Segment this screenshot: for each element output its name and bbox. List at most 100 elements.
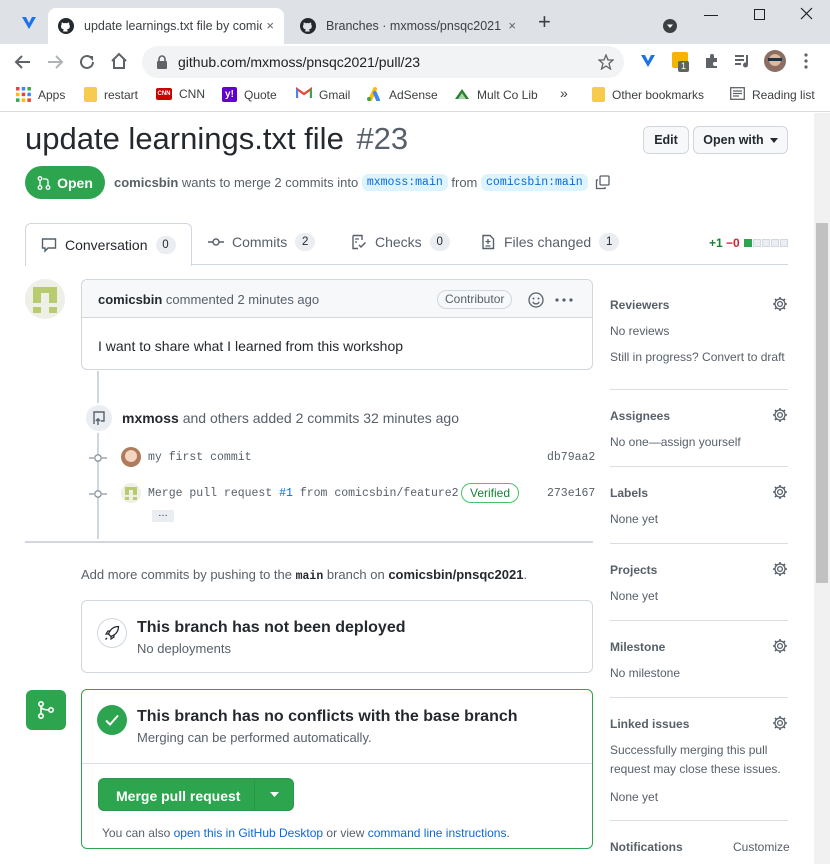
commit-message[interactable]: Merge pull request #1 from comicsbin/fea… — [148, 487, 459, 500]
open-with-label: Open with — [703, 133, 764, 147]
tab-files-changed[interactable]: Files changed 1 — [480, 233, 620, 251]
command-line-link[interactable]: command line instructions — [368, 826, 507, 840]
milestone-value: No milestone — [610, 666, 681, 680]
open-with-button[interactable]: Open with — [693, 126, 788, 154]
minimize-icon[interactable] — [704, 15, 718, 16]
browser-menu-icon[interactable] — [804, 53, 808, 69]
bookmark-reading-list[interactable]: Reading list — [730, 87, 815, 102]
edit-button[interactable]: Edit — [643, 126, 689, 154]
labels-value: None yet — [610, 512, 659, 526]
commit-author-avatar[interactable] — [121, 447, 141, 467]
labels-gear-icon[interactable] — [772, 484, 788, 500]
bookmarks-overflow-button[interactable]: » — [560, 85, 568, 101]
pr-author-link[interactable]: comicsbin — [114, 175, 178, 190]
media-control-icon[interactable] — [734, 54, 750, 68]
bookmark-apps[interactable]: Apps — [16, 87, 65, 102]
maximize-icon[interactable] — [754, 9, 765, 20]
push-event-detail: and others added 2 commits 32 minutes ag… — [182, 410, 459, 426]
bookmark-mult-co-lib[interactable]: Mult Co Lib — [454, 87, 538, 102]
commit-message-link[interactable]: my first commit — [148, 451, 252, 464]
tab-conversation[interactable]: Conversation 0 — [25, 223, 192, 266]
extension-v-icon[interactable] — [640, 53, 656, 69]
kebab-menu-icon[interactable] — [555, 298, 573, 302]
scrollbar-thumb[interactable] — [816, 223, 828, 583]
copy-icon[interactable] — [595, 175, 610, 190]
base-branch-label[interactable]: mxmoss:main — [361, 174, 448, 191]
commit-sha-link[interactable]: 273e167 — [547, 487, 595, 500]
tab-commits[interactable]: Commits 2 — [208, 233, 316, 251]
page-content: update learnings.txt file #23 Edit Open … — [0, 113, 814, 864]
commenter-avatar[interactable] — [25, 279, 65, 319]
expand-commit-button[interactable]: … — [152, 509, 174, 522]
merge-title: This branch has no conflicts with the ba… — [137, 708, 518, 725]
bookmark-quote[interactable]: y! Quote — [222, 87, 277, 102]
push-author-link[interactable]: mxmoss — [122, 410, 179, 426]
linked-issues-text: Successfully merging this pull — [610, 743, 768, 757]
extension-badge-icon[interactable]: 1 — [672, 52, 690, 72]
close-tab-icon[interactable]: × — [508, 18, 516, 33]
repo-push-icon — [84, 403, 114, 433]
home-icon[interactable] — [110, 52, 128, 70]
close-tab-icon[interactable]: × — [266, 18, 274, 33]
linked-issues-heading[interactable]: Linked issues — [610, 717, 689, 731]
bookmark-cnn[interactable]: CNN CNN — [156, 87, 205, 101]
merge-pull-request-button[interactable]: Merge pull request — [98, 778, 294, 811]
extensions-puzzle-icon[interactable] — [704, 53, 720, 69]
pr-reference-link[interactable]: #1 — [279, 487, 293, 500]
diffstat-additions: +1 — [709, 236, 723, 250]
customize-notifications-link[interactable]: Customize — [733, 840, 790, 854]
add-reaction-icon[interactable] — [528, 292, 544, 308]
pr-title-text: update learnings.txt file — [25, 121, 344, 156]
head-branch-label[interactable]: comicsbin:main — [481, 174, 588, 191]
milestone-gear-icon[interactable] — [772, 638, 788, 654]
assignees-gear-icon[interactable] — [772, 407, 788, 423]
tab-search-icon[interactable] — [662, 18, 678, 34]
pr-from-text: from — [451, 175, 478, 190]
reviewers-heading[interactable]: Reviewers — [610, 298, 669, 312]
commit-author-avatar[interactable] — [121, 483, 141, 503]
profile-avatar[interactable] — [764, 50, 786, 72]
browser-logo-icon[interactable] — [20, 14, 38, 32]
reviewers-value: No reviews — [610, 324, 670, 338]
bookmark-label: Apps — [38, 87, 66, 102]
merge-options-dropdown[interactable] — [254, 779, 294, 810]
bookmark-restart[interactable]: restart — [84, 87, 138, 102]
verified-badge[interactable]: Verified — [461, 483, 520, 503]
convert-to-draft-link[interactable]: Still in progress? Convert to draft — [610, 350, 785, 364]
bookmark-adsense[interactable]: AdSense — [366, 87, 438, 102]
bookmark-star-icon[interactable] — [598, 54, 614, 70]
reload-icon[interactable] — [78, 53, 96, 71]
tab-pull-request[interactable]: update learnings.txt file by comic × — [48, 8, 284, 44]
comment-author-link[interactable]: comicsbin — [98, 292, 162, 307]
tab-title: Branches · mxmoss/pnsqc2021 — [326, 19, 502, 33]
commit-sha-link[interactable]: db79aa2 — [547, 451, 595, 464]
projects-gear-icon[interactable] — [772, 561, 788, 577]
labels-heading[interactable]: Labels — [610, 486, 648, 500]
lock-icon[interactable] — [156, 55, 168, 69]
tab-checks[interactable]: Checks 0 — [351, 233, 450, 251]
caret-down-icon — [270, 792, 279, 797]
merge-subtitle: Merging can be performed automatically. — [137, 730, 372, 745]
sidebar-divider — [610, 697, 788, 698]
projects-heading[interactable]: Projects — [610, 563, 657, 577]
linked-issues-gear-icon[interactable] — [772, 715, 788, 731]
close-window-icon[interactable] — [800, 7, 813, 20]
github-desktop-link[interactable]: open this in GitHub Desktop — [174, 826, 323, 840]
comment-action[interactable]: commented 2 minutes ago — [166, 292, 319, 307]
comment-body: I want to share what I learned from this… — [98, 338, 404, 354]
back-icon[interactable] — [14, 53, 32, 71]
reviewers-gear-icon[interactable] — [772, 296, 788, 312]
tab-branches[interactable]: Branches · mxmoss/pnsqc2021 × — [290, 8, 526, 44]
milestone-heading[interactable]: Milestone — [610, 640, 665, 654]
new-tab-button[interactable]: + — [538, 11, 551, 33]
assign-yourself-link[interactable]: No one—assign yourself — [610, 435, 741, 449]
bookmark-other-bookmarks[interactable]: Other bookmarks — [592, 87, 704, 102]
merge-box-divider — [82, 763, 592, 764]
comment-icon — [41, 237, 57, 253]
forward-icon[interactable] — [46, 53, 64, 71]
address-bar[interactable]: github.com/mxmoss/pnsqc2021/pull/23 — [142, 46, 624, 78]
bookmark-gmail[interactable]: Gmail — [296, 87, 350, 102]
url-text: github.com/mxmoss/pnsqc2021/pull/23 — [178, 54, 421, 70]
page-scrollbar[interactable] — [814, 113, 830, 864]
assignees-heading[interactable]: Assignees — [610, 409, 670, 423]
